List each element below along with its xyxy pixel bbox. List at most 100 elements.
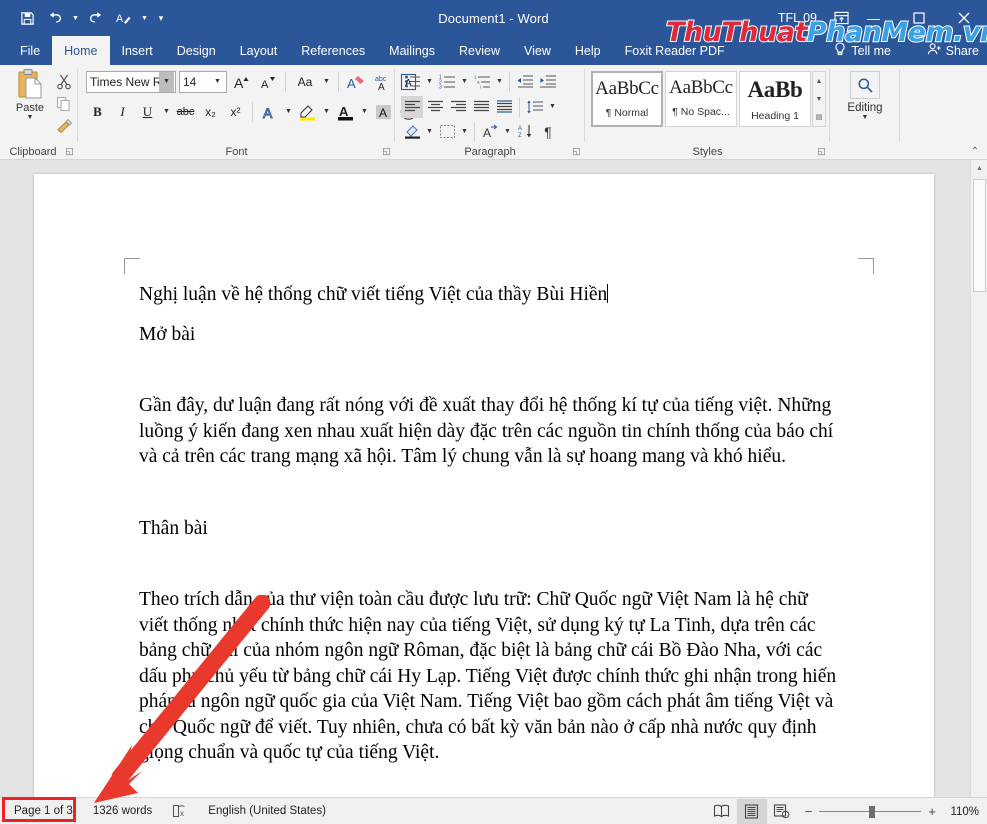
decrease-indent-button[interactable] bbox=[514, 71, 536, 93]
styles-more-icon[interactable]: ▤ bbox=[813, 108, 825, 126]
svg-text:x: x bbox=[180, 809, 184, 818]
phonetic-guide-button[interactable]: abc A bbox=[371, 70, 394, 93]
font-color-button[interactable]: A bbox=[334, 100, 357, 123]
align-right-button[interactable] bbox=[447, 96, 469, 118]
paragraph-dialog-launcher[interactable]: ◱ bbox=[571, 146, 582, 157]
styles-scroll-up-icon[interactable]: ▲ bbox=[813, 72, 825, 90]
zoom-slider-thumb[interactable] bbox=[869, 805, 876, 818]
grow-font-button[interactable]: A bbox=[230, 70, 253, 93]
shading-dropdown-icon[interactable]: ▼ bbox=[424, 120, 435, 143]
highlight-dropdown-icon[interactable]: ▼ bbox=[321, 100, 332, 123]
italic-button[interactable]: I bbox=[111, 100, 134, 123]
tab-home[interactable]: Home bbox=[52, 36, 110, 65]
subscript-button[interactable]: x₂ bbox=[199, 100, 222, 123]
document-area[interactable]: Nghị luận về hệ thống chữ viết tiếng Việ… bbox=[0, 160, 987, 797]
multilevel-dropdown-icon[interactable]: ▼ bbox=[494, 70, 505, 93]
font-name-dropdown-icon[interactable]: ▼ bbox=[159, 71, 174, 92]
bullets-button[interactable] bbox=[401, 71, 423, 93]
vertical-scrollbar[interactable]: ▲ bbox=[970, 160, 987, 797]
tab-mailings[interactable]: Mailings bbox=[377, 36, 447, 65]
shading-button[interactable] bbox=[401, 121, 423, 143]
change-case-button[interactable]: Aa bbox=[292, 70, 318, 93]
numbering-dropdown-icon[interactable]: ▼ bbox=[459, 70, 470, 93]
font-size-combo[interactable]: 14 ▼ bbox=[179, 70, 227, 93]
line-spacing-dropdown-icon[interactable]: ▼ bbox=[547, 95, 558, 118]
align-center-button[interactable] bbox=[424, 96, 446, 118]
zoom-in-button[interactable]: + bbox=[928, 804, 936, 819]
editing-dropdown-icon[interactable]: ▼ bbox=[842, 114, 888, 121]
underline-button[interactable]: U bbox=[136, 100, 159, 123]
read-mode-button[interactable] bbox=[707, 799, 737, 824]
justify-button[interactable] bbox=[470, 96, 492, 118]
font-color-dropdown-icon[interactable]: ▼ bbox=[359, 100, 370, 123]
tab-file[interactable]: File bbox=[8, 36, 52, 65]
group-editing: Editing ▼ bbox=[830, 65, 900, 160]
tab-view[interactable]: View bbox=[512, 36, 563, 65]
tab-review[interactable]: Review bbox=[447, 36, 512, 65]
styles-scroll[interactable]: ▲ ▼ ▤ bbox=[812, 71, 826, 127]
proofing-status-icon[interactable]: x bbox=[162, 798, 198, 824]
shrink-font-button[interactable]: A bbox=[256, 70, 279, 93]
tab-layout[interactable]: Layout bbox=[228, 36, 290, 65]
text-effects-dropdown-icon[interactable]: ▼ bbox=[283, 100, 294, 123]
site-watermark: ThuThuatPhanMem.vn bbox=[665, 16, 987, 49]
style-no-spacing[interactable]: AaBbCc ¶ No Spac... bbox=[665, 71, 737, 127]
change-case-dropdown-icon[interactable]: ▼ bbox=[321, 70, 332, 93]
zoom-slider[interactable] bbox=[819, 805, 922, 818]
tab-references[interactable]: References bbox=[289, 36, 377, 65]
superscript-button[interactable]: x² bbox=[224, 100, 247, 123]
line-spacing-button[interactable] bbox=[524, 96, 546, 118]
distributed-button[interactable] bbox=[493, 96, 515, 118]
scrollbar-thumb[interactable] bbox=[973, 179, 986, 292]
tab-help[interactable]: Help bbox=[563, 36, 613, 65]
tab-design[interactable]: Design bbox=[165, 36, 228, 65]
borders-dropdown-icon[interactable]: ▼ bbox=[459, 120, 470, 143]
zoom-out-button[interactable]: − bbox=[805, 804, 813, 819]
show-formatting-marks-button[interactable]: ¶ bbox=[537, 121, 559, 143]
styles-dialog-launcher[interactable]: ◱ bbox=[816, 146, 827, 157]
bullets-dropdown-icon[interactable]: ▼ bbox=[424, 70, 435, 93]
tab-insert[interactable]: Insert bbox=[110, 36, 165, 65]
editing-button[interactable]: Editing ▼ bbox=[842, 71, 888, 121]
underline-dropdown-icon[interactable]: ▼ bbox=[161, 100, 172, 123]
language-indicator[interactable]: English (United States) bbox=[198, 798, 336, 824]
format-painter-button[interactable] bbox=[52, 115, 76, 137]
borders-button[interactable] bbox=[436, 121, 458, 143]
style-heading-1[interactable]: AaBb Heading 1 bbox=[739, 71, 811, 127]
document-text[interactable]: Nghị luận về hệ thống chữ viết tiếng Việ… bbox=[139, 282, 839, 788]
text-effects-button[interactable]: A bbox=[258, 100, 281, 123]
asian-layout-dropdown-icon[interactable]: ▼ bbox=[502, 120, 513, 143]
scroll-up-icon[interactable]: ▲ bbox=[971, 160, 987, 177]
page-indicator[interactable]: Page 1 of 3 bbox=[4, 798, 83, 824]
print-layout-button[interactable] bbox=[736, 799, 767, 824]
bold-button[interactable]: B bbox=[86, 100, 109, 123]
font-dialog-launcher[interactable]: ◱ bbox=[381, 146, 392, 157]
highlight-color-button[interactable] bbox=[296, 100, 319, 123]
collapse-ribbon-icon[interactable]: ⌃ bbox=[971, 146, 979, 157]
copy-button[interactable] bbox=[52, 93, 76, 115]
font-name-combo[interactable]: Times New Ro ▼ bbox=[86, 70, 176, 93]
paste-dropdown-icon[interactable]: ▼ bbox=[8, 114, 52, 121]
paragraph-group-label: Paragraph bbox=[464, 146, 516, 158]
style-normal[interactable]: AaBbCc ¶ Normal bbox=[591, 71, 663, 127]
sort-button[interactable]: AZ bbox=[514, 121, 536, 143]
asian-layout-button[interactable]: A bbox=[479, 121, 501, 143]
increase-indent-button[interactable] bbox=[537, 71, 559, 93]
multilevel-list-button[interactable]: 1ai bbox=[471, 71, 493, 93]
document-page[interactable]: Nghị luận về hệ thống chữ viết tiếng Việ… bbox=[34, 174, 934, 797]
zoom-control[interactable]: − + 110% bbox=[797, 804, 987, 819]
paste-button[interactable]: Paste ▼ bbox=[8, 69, 52, 121]
zoom-level[interactable]: 110% bbox=[943, 806, 979, 818]
font-size-dropdown-icon[interactable]: ▼ bbox=[210, 72, 225, 92]
web-layout-button[interactable] bbox=[767, 799, 797, 824]
word-count[interactable]: 1326 words bbox=[83, 798, 162, 824]
clipboard-dialog-launcher[interactable]: ◱ bbox=[64, 146, 75, 157]
align-left-button[interactable] bbox=[401, 95, 423, 118]
strikethrough-button[interactable]: abc bbox=[174, 100, 197, 123]
svg-text:A: A bbox=[518, 126, 522, 132]
clear-formatting-button[interactable]: A bbox=[345, 70, 368, 93]
numbering-button[interactable]: 123 bbox=[436, 71, 458, 93]
character-shading-button[interactable]: A bbox=[372, 100, 395, 123]
styles-scroll-down-icon[interactable]: ▼ bbox=[813, 90, 825, 108]
cut-button[interactable] bbox=[52, 71, 76, 93]
